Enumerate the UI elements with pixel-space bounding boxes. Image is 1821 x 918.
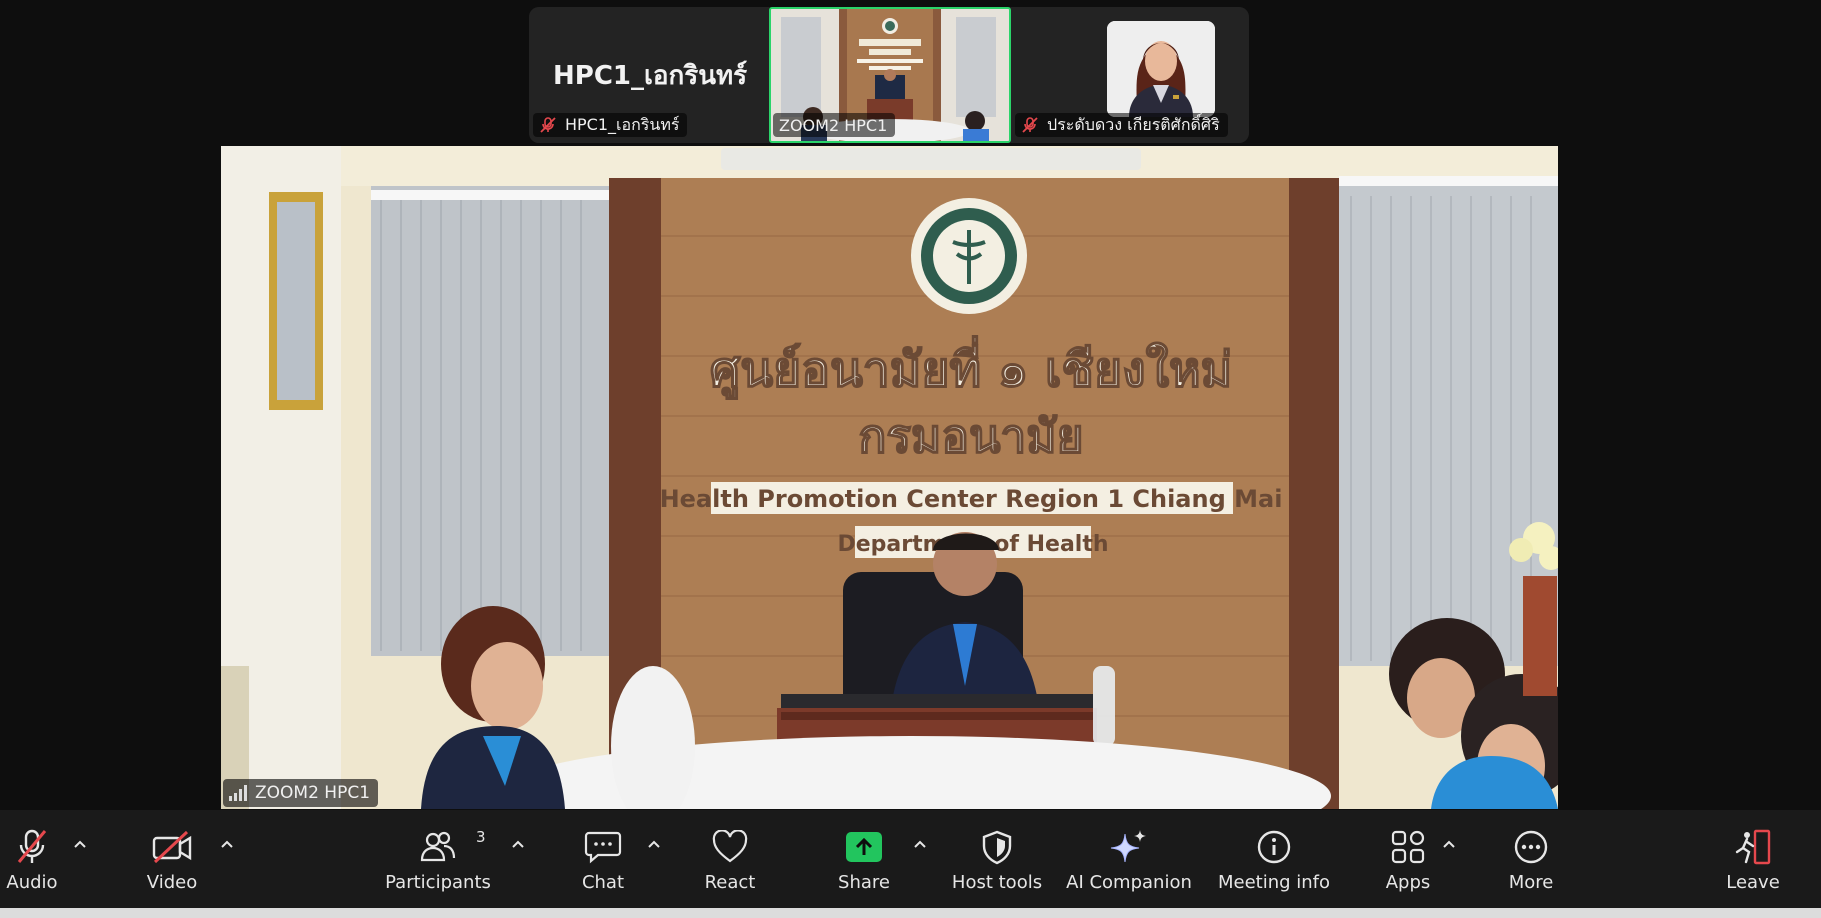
- heart-icon: [711, 824, 749, 870]
- video-button[interactable]: Video: [140, 810, 204, 908]
- share-screen-icon: [845, 824, 883, 870]
- main-video-name-text: ZOOM2 HPC1: [255, 783, 371, 803]
- mic-muted-icon: [1021, 116, 1039, 134]
- meeting-info-button[interactable]: Meeting info: [1218, 810, 1330, 908]
- share-button[interactable]: Share: [838, 810, 890, 908]
- participant-name-label: HPC1_เอกรินทร์: [533, 113, 688, 137]
- participants-label: Participants: [385, 872, 491, 893]
- video-off-icon: [151, 824, 193, 870]
- participants-icon: 3: [418, 824, 486, 870]
- chevron-up-icon: [648, 840, 660, 848]
- participant-name-label: ประดับดวง เกียรติศักดิ์ศิริ: [1015, 113, 1228, 137]
- video-label: Video: [146, 872, 198, 893]
- shield-icon: [980, 824, 1014, 870]
- meeting-toolbar: Audio Video 3 Participants Chat React Sh…: [0, 810, 1821, 908]
- participant-avatar: [1107, 21, 1215, 117]
- sparkle-icon: [1109, 824, 1149, 870]
- meeting-info-label: Meeting info: [1217, 872, 1331, 893]
- participant-tile-hpc1[interactable]: HPC1_เอกรินทร์ HPC1_เอกรินทร์: [529, 7, 769, 143]
- audio-label: Audio: [6, 872, 58, 893]
- mic-muted-icon: [539, 116, 557, 134]
- leave-button[interactable]: Leave: [1726, 810, 1780, 908]
- chevron-up-icon: [221, 840, 233, 848]
- ai-companion-button[interactable]: AI Companion: [1066, 810, 1192, 908]
- participant-display-name: HPC1_เอกรินทร์: [553, 61, 748, 91]
- chevron-up-icon: [74, 840, 86, 848]
- main-video-name-label: ZOOM2 HPC1: [223, 779, 379, 807]
- leave-icon: [1733, 824, 1773, 870]
- chat-options-caret[interactable]: [645, 836, 663, 854]
- share-label: Share: [838, 872, 890, 893]
- apps-options-caret[interactable]: [1440, 836, 1458, 854]
- share-options-caret[interactable]: [911, 836, 929, 854]
- sign-thai-line2: กรมอนามัย: [858, 409, 1083, 463]
- participants-count: 3: [476, 828, 486, 846]
- more-label: More: [1508, 872, 1554, 893]
- participant-name-text: ZOOM2 HPC1: [779, 115, 888, 135]
- chat-button[interactable]: Chat: [578, 810, 628, 908]
- participant-tile-zoom2[interactable]: ZOOM2 HPC1: [769, 7, 1011, 143]
- audio-options-caret[interactable]: [71, 836, 89, 854]
- apps-label: Apps: [1385, 872, 1431, 893]
- participant-name-text: HPC1_เอกรินทร์: [565, 114, 680, 134]
- chevron-up-icon: [512, 840, 524, 848]
- info-icon: [1256, 824, 1292, 870]
- react-label: React: [704, 872, 756, 893]
- host-tools-button[interactable]: Host tools: [952, 810, 1042, 908]
- video-options-caret[interactable]: [218, 836, 236, 854]
- ai-companion-label: AI Companion: [1066, 872, 1192, 893]
- chat-label: Chat: [581, 872, 625, 893]
- participant-name-label: ZOOM2 HPC1: [773, 113, 896, 137]
- main-video-view[interactable]: ศูนย์อนามัยที่ ๑ เชียงใหม่ กรมอนามัย Hea…: [221, 146, 1558, 809]
- apps-icon: [1390, 824, 1426, 870]
- chevron-up-icon: [1443, 840, 1455, 848]
- connection-signal-icon: [229, 785, 247, 801]
- taskbar-edge: [0, 908, 1821, 918]
- more-icon: [1513, 824, 1549, 870]
- mic-off-icon: [15, 824, 49, 870]
- react-button[interactable]: React: [704, 810, 756, 908]
- host-tools-label: Host tools: [951, 872, 1043, 893]
- sign-thai-line1: ศูนย์อนามัยที่ ๑ เชียงใหม่: [710, 335, 1233, 400]
- apps-button[interactable]: Apps: [1382, 810, 1434, 908]
- participant-name-text: ประดับดวง เกียรติศักดิ์ศิริ: [1047, 114, 1220, 134]
- more-button[interactable]: More: [1506, 810, 1556, 908]
- participants-options-caret[interactable]: [509, 836, 527, 854]
- main-video-frame: ศูนย์อนามัยที่ ๑ เชียงใหม่ กรมอนามัย Hea…: [221, 146, 1558, 809]
- audio-button[interactable]: Audio: [0, 810, 64, 908]
- participant-strip: HPC1_เอกรินทร์ HPC1_เอกรินทร์ ZOOM2 HPC1…: [529, 7, 1249, 143]
- participants-button[interactable]: 3 Participants: [385, 810, 491, 908]
- chat-icon: [584, 824, 622, 870]
- participant-tile-pradubdoung[interactable]: ประดับดวง เกียรติศักดิ์ศิริ: [1011, 7, 1249, 143]
- chevron-up-icon: [914, 840, 926, 848]
- sign-english-line1: Health Promotion Center Region 1 Chiang …: [660, 485, 1283, 513]
- leave-label: Leave: [1726, 872, 1780, 893]
